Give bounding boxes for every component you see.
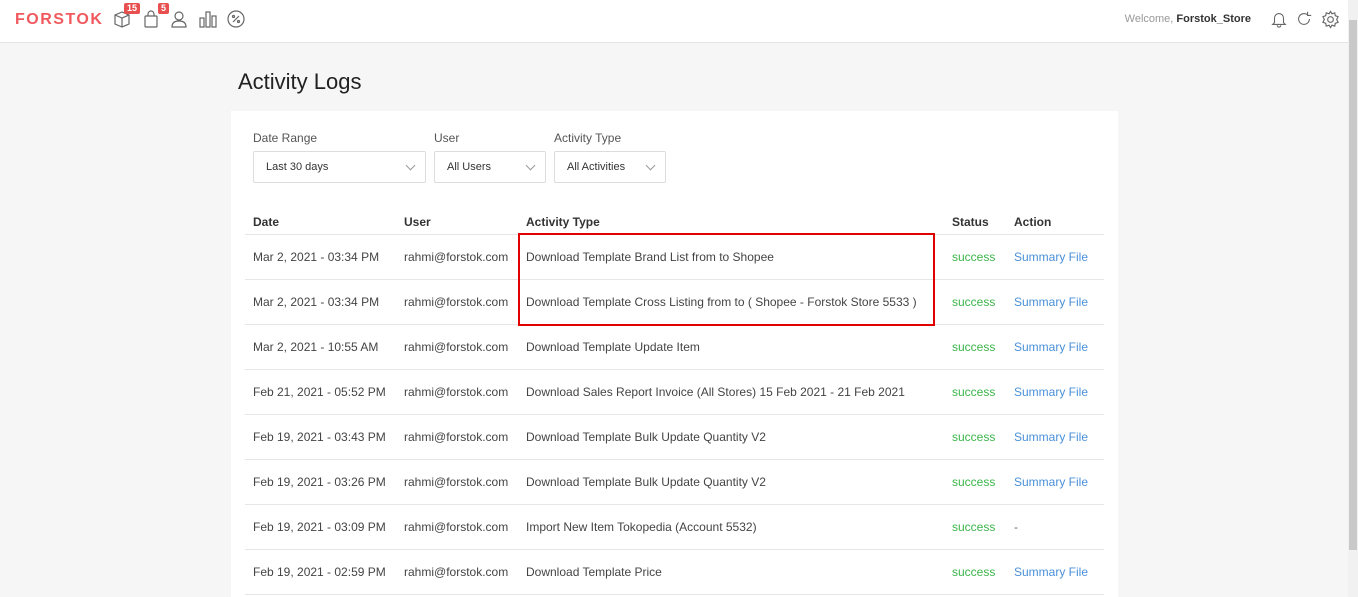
row-user: rahmi@forstok.com [404, 250, 509, 264]
row-date: Mar 2, 2021 - 03:34 PM [253, 295, 380, 309]
row-user: rahmi@forstok.com [404, 385, 509, 399]
row-date: Feb 19, 2021 - 02:59 PM [253, 565, 386, 579]
row-status: success [952, 340, 996, 354]
chevron-down-icon [405, 160, 416, 171]
user-filter-value: All Users [447, 161, 492, 173]
top-navbar: FORSTOK 15 5 Welcome, Forstok_Store [0, 0, 1348, 43]
no-action-dash: - [1014, 520, 1018, 534]
table-header: Date User Activity Type Status Action [245, 208, 1104, 235]
activity-type-label: Activity Type [554, 131, 622, 145]
row-activity: Download Template Brand List from to Sho… [526, 250, 774, 264]
date-range-select[interactable]: Last 30 days [253, 151, 426, 183]
row-status: success [952, 430, 996, 444]
row-activity: Download Template Cross Listing from to … [526, 295, 917, 309]
row-activity: Download Sales Report Invoice (All Store… [526, 385, 905, 399]
products-bag-icon[interactable]: 5 [140, 3, 169, 30]
forstok-logo[interactable]: FORSTOK [15, 11, 103, 29]
sync-refresh-icon[interactable] [1293, 8, 1315, 30]
column-header-status[interactable]: Status [952, 215, 989, 229]
settings-gear-icon[interactable] [1319, 8, 1341, 30]
row-status: success [952, 475, 996, 489]
activity-type-select[interactable]: All Activities [554, 151, 666, 183]
store-name[interactable]: Forstok_Store [1176, 13, 1251, 25]
row-date: Mar 2, 2021 - 10:55 AM [253, 340, 379, 354]
summary-file-link[interactable]: Summary File [1014, 295, 1088, 309]
orders-badge: 15 [123, 3, 140, 14]
row-status: success [952, 565, 996, 579]
table-row: Feb 19, 2021 - 02:59 PM rahmi@forstok.co… [245, 550, 1104, 595]
reports-chart-icon[interactable] [197, 8, 219, 30]
row-activity: Download Template Bulk Update Quantity V… [526, 475, 766, 489]
table-row: Feb 19, 2021 - 03:43 PM rahmi@forstok.co… [245, 415, 1104, 460]
table-row: Feb 19, 2021 - 03:09 PM rahmi@forstok.co… [245, 505, 1104, 550]
row-user: rahmi@forstok.com [404, 475, 509, 489]
welcome-text: Welcome, Forstok_Store [1125, 13, 1251, 25]
welcome-prefix: Welcome, [1124, 13, 1174, 25]
table-row: Feb 21, 2021 - 05:52 PM rahmi@forstok.co… [245, 370, 1104, 415]
table-row: Mar 2, 2021 - 10:55 AM rahmi@forstok.com… [245, 325, 1104, 370]
row-user: rahmi@forstok.com [404, 430, 509, 444]
row-user: rahmi@forstok.com [404, 565, 509, 579]
page-scrollbar[interactable] [1348, 0, 1358, 597]
summary-file-link[interactable]: Summary File [1014, 250, 1088, 264]
summary-file-link[interactable]: Summary File [1014, 385, 1088, 399]
chevron-down-icon [525, 160, 536, 171]
row-date: Feb 19, 2021 - 03:43 PM [253, 430, 386, 444]
activity-type-value: All Activities [567, 161, 626, 173]
row-activity: Download Template Price [526, 565, 662, 579]
promotion-percent-icon[interactable] [225, 8, 247, 30]
summary-file-link[interactable]: Summary File [1014, 340, 1088, 354]
row-status: success [952, 295, 996, 309]
orders-box-icon[interactable]: 15 [111, 3, 140, 30]
date-range-label: Date Range [253, 131, 318, 145]
row-date: Feb 19, 2021 - 03:09 PM [253, 520, 386, 534]
user-filter-select[interactable]: All Users [434, 151, 546, 183]
column-header-action[interactable]: Action [1014, 215, 1051, 229]
row-activity: Import New Item Tokopedia (Account 5532) [526, 520, 757, 534]
notification-bell-icon[interactable] [1268, 8, 1290, 30]
column-header-activity-type[interactable]: Activity Type [526, 215, 600, 229]
column-header-date[interactable]: Date [253, 215, 279, 229]
row-date: Mar 2, 2021 - 03:34 PM [253, 250, 380, 264]
summary-file-link[interactable]: Summary File [1014, 430, 1088, 444]
table-row: Mar 2, 2021 - 03:34 PM rahmi@forstok.com… [245, 235, 1104, 280]
date-range-value: Last 30 days [266, 161, 329, 173]
user-filter-label: User [434, 131, 460, 145]
row-activity: Download Template Update Item [526, 340, 700, 354]
row-activity: Download Template Bulk Update Quantity V… [526, 430, 766, 444]
page-title: Activity Logs [238, 69, 362, 94]
activity-logs-card: Date Range Last 30 days User All Users A… [231, 111, 1118, 597]
chevron-down-icon [645, 160, 656, 171]
table-row: Feb 19, 2021 - 03:26 PM rahmi@forstok.co… [245, 460, 1104, 505]
summary-file-link[interactable]: Summary File [1014, 475, 1088, 489]
customer-user-icon[interactable] [168, 8, 190, 30]
row-user: rahmi@forstok.com [404, 295, 509, 309]
row-date: Feb 19, 2021 - 03:26 PM [253, 475, 386, 489]
row-user: rahmi@forstok.com [404, 520, 509, 534]
row-user: rahmi@forstok.com [404, 340, 509, 354]
scrollbar-thumb[interactable] [1349, 20, 1357, 550]
activity-logs-table: Date User Activity Type Status Action Ma… [245, 208, 1104, 595]
row-status: success [952, 250, 996, 264]
row-status: success [952, 385, 996, 399]
row-status: success [952, 520, 996, 534]
table-row: Mar 2, 2021 - 03:34 PM rahmi@forstok.com… [245, 280, 1104, 325]
column-header-user[interactable]: User [404, 215, 431, 229]
summary-file-link[interactable]: Summary File [1014, 565, 1088, 579]
row-date: Feb 21, 2021 - 05:52 PM [253, 385, 386, 399]
